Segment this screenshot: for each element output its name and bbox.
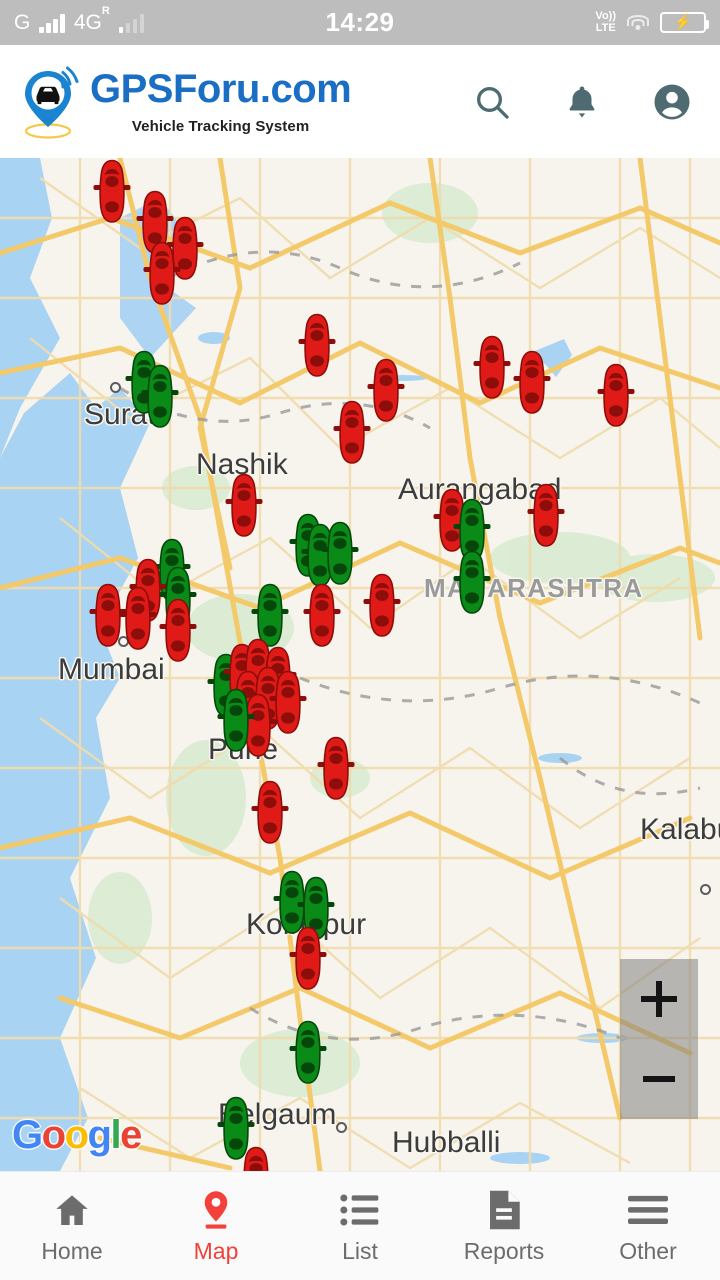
vehicle-marker-running[interactable] <box>140 364 180 430</box>
vehicle-marker-stopped[interactable] <box>472 335 512 401</box>
nav-label-other: Other <box>619 1238 677 1264</box>
vehicle-marker-running[interactable] <box>288 1020 328 1086</box>
status-bar: G 4GR 14:29 Vo)) LTE ⚡ <box>0 0 720 45</box>
city-marker-dot <box>700 884 711 895</box>
vehicle-marker-running[interactable] <box>320 521 360 587</box>
vehicle-marker-running[interactable] <box>452 550 492 616</box>
vehicle-marker-stopped[interactable] <box>236 1146 276 1171</box>
brand-logo[interactable]: GPSForu.com Vehicle Tracking System <box>18 65 352 139</box>
zoom-in-button[interactable] <box>620 959 698 1039</box>
home-icon <box>52 1189 92 1231</box>
vehicle-marker-stopped[interactable] <box>224 473 264 539</box>
vehicle-marker-stopped[interactable] <box>158 598 198 664</box>
city-marker-dot <box>336 1122 347 1133</box>
vehicle-marker-stopped[interactable] <box>316 736 356 802</box>
vehicle-marker-stopped[interactable] <box>118 586 158 652</box>
vehicle-marker-stopped[interactable] <box>250 780 290 846</box>
status-bar-right: Vo)) LTE ⚡ <box>395 9 709 34</box>
volte-line-2: LTE <box>595 21 616 34</box>
zoom-out-button[interactable] <box>620 1039 698 1119</box>
vehicle-marker-running[interactable] <box>216 688 256 754</box>
menu-icon <box>628 1189 668 1231</box>
vehicle-marker-stopped[interactable] <box>142 241 182 307</box>
carrier-secondary-label: 4GR <box>73 5 110 34</box>
brand-title: GPSForu.com <box>90 66 352 111</box>
nav-item-list[interactable]: List <box>288 1189 432 1263</box>
signal-bars-dim-icon <box>118 13 145 33</box>
map-zoom-controls <box>620 959 698 1119</box>
bottom-navigation-bar: Home Map List Reports Other <box>0 1171 720 1280</box>
status-bar-left: G 4GR <box>14 5 326 34</box>
vehicle-marker-stopped[interactable] <box>526 483 566 549</box>
signal-bars-icon <box>39 13 65 33</box>
google-watermark: Google <box>12 1113 142 1157</box>
vehicle-marker-stopped[interactable] <box>297 313 337 379</box>
vehicle-marker-stopped[interactable] <box>92 159 132 225</box>
map-pin-icon <box>196 1189 236 1231</box>
notification-bell-icon[interactable] <box>560 80 604 124</box>
account-circle-icon[interactable] <box>650 80 694 124</box>
vehicle-marker-stopped[interactable] <box>512 350 552 416</box>
carrier-primary-label: G <box>14 11 31 34</box>
volte-icon: Vo)) LTE <box>595 9 616 34</box>
nav-label-map: Map <box>193 1238 239 1264</box>
city-marker-dot <box>110 382 121 393</box>
minus-icon <box>643 1076 675 1082</box>
wifi-icon <box>626 14 650 32</box>
nav-item-home[interactable]: Home <box>0 1189 144 1263</box>
battery-charging-icon: ⚡ <box>660 12 709 33</box>
vehicle-marker-stopped[interactable] <box>366 358 406 424</box>
nav-item-reports[interactable]: Reports <box>432 1189 576 1263</box>
nav-label-reports: Reports <box>463 1238 545 1264</box>
nav-item-map[interactable]: Map <box>144 1189 288 1263</box>
map-base-tiles <box>0 158 720 1171</box>
gps-pin-car-icon <box>18 65 86 139</box>
document-icon <box>486 1189 522 1231</box>
plus-icon <box>641 981 677 1017</box>
vehicle-marker-stopped[interactable] <box>302 583 342 649</box>
vehicle-marker-stopped[interactable] <box>362 573 402 639</box>
search-icon[interactable] <box>470 80 514 124</box>
brand-subtitle: Vehicle Tracking System <box>131 117 310 135</box>
header-actions <box>470 80 702 124</box>
list-icon <box>340 1189 380 1231</box>
volte-line-1: Vo)) <box>595 9 616 22</box>
map-canvas[interactable]: Surat Nashik Aurangabad MAHARASHTRA Mumb… <box>0 158 720 1171</box>
nav-label-home: Home <box>41 1238 103 1264</box>
app-header: GPSForu.com Vehicle Tracking System <box>0 45 720 158</box>
nav-item-other[interactable]: Other <box>576 1189 720 1263</box>
nav-label-list: List <box>342 1238 378 1264</box>
roaming-indicator-label: R <box>101 5 110 17</box>
vehicle-marker-stopped[interactable] <box>288 926 328 992</box>
brand-text-block: GPSForu.com Vehicle Tracking System <box>90 66 352 135</box>
vehicle-marker-stopped[interactable] <box>596 363 636 429</box>
status-bar-clock: 14:29 <box>325 7 395 37</box>
